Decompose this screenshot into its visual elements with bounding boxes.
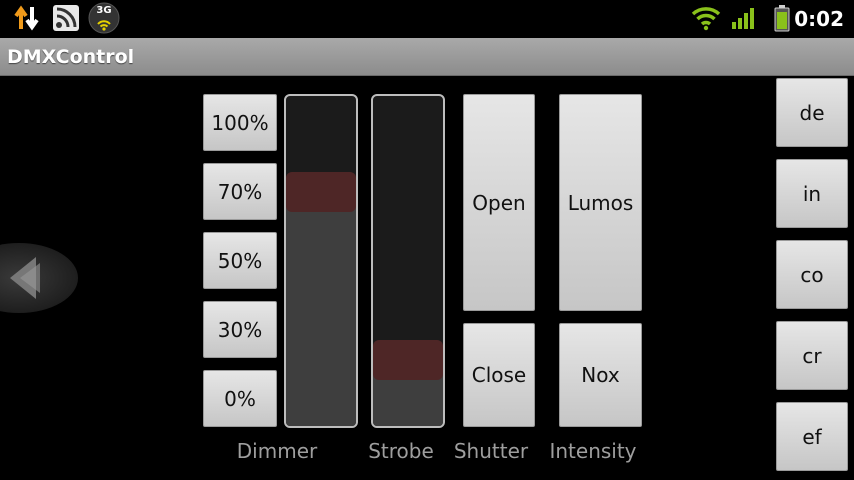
side-button-ef[interactable]: ef [776,402,848,471]
dimmer-slider-thumb[interactable] [286,171,356,212]
dimmer-preset-label: 0% [224,386,256,411]
battery-icon [767,3,797,33]
wifi-icon [691,3,721,33]
dimmer-preset-50-button[interactable]: 50% [203,232,277,289]
dimmer-preset-30-button[interactable]: 30% [203,301,277,358]
side-button-label: co [800,262,824,287]
shutter-close-button[interactable]: Close [463,323,535,427]
dimmer-preset-label: 100% [211,110,269,135]
intensity-lumos-button[interactable]: Lumos [559,94,642,311]
status-bar: 3G 0:02 [0,0,854,38]
rss-icon [51,3,81,33]
side-button-in[interactable]: in [776,159,848,228]
clock: 0:02 [794,7,844,31]
arrow-left-icon [10,257,40,299]
side-button-label: ef [802,424,822,449]
sync-icon [12,3,42,33]
cell-signal-icon [729,3,759,33]
intensity-nox-label: Nox [581,363,620,387]
side-button-de[interactable]: de [776,78,848,147]
dimmer-slider-fill [286,191,356,426]
dimmer-preset-100-button[interactable]: 100% [203,94,277,151]
dimmer-label: Dimmer [236,439,318,463]
3g-signal-icon: 3G [88,2,120,34]
network-type-label: 3G [96,5,112,16]
dimmer-slider[interactable] [284,94,358,428]
side-button-cr[interactable]: cr [776,321,848,390]
back-button[interactable] [0,243,78,313]
dimmer-preset-label: 50% [217,248,263,273]
side-button-label: in [802,181,822,206]
shutter-open-label: Open [472,190,526,215]
intensity-label: Intensity [549,439,637,463]
strobe-slider[interactable] [371,94,445,428]
dimmer-preset-0-button[interactable]: 0% [203,370,277,427]
shutter-label: Shutter [453,439,529,463]
dimmer-preset-70-button[interactable]: 70% [203,163,277,220]
side-button-label: cr [802,343,822,368]
dimmer-preset-label: 30% [217,317,263,342]
intensity-nox-button[interactable]: Nox [559,323,642,427]
app-title: DMXControl [7,46,135,68]
strobe-slider-thumb[interactable] [373,340,443,380]
strobe-label: Strobe [368,439,434,463]
side-button-co[interactable]: co [776,240,848,309]
shutter-close-label: Close [471,363,527,387]
side-button-label: de [799,100,825,125]
shutter-open-button[interactable]: Open [463,94,535,311]
title-bar: DMXControl [0,38,854,76]
dimmer-preset-label: 70% [217,179,263,204]
intensity-lumos-label: Lumos [567,190,634,215]
